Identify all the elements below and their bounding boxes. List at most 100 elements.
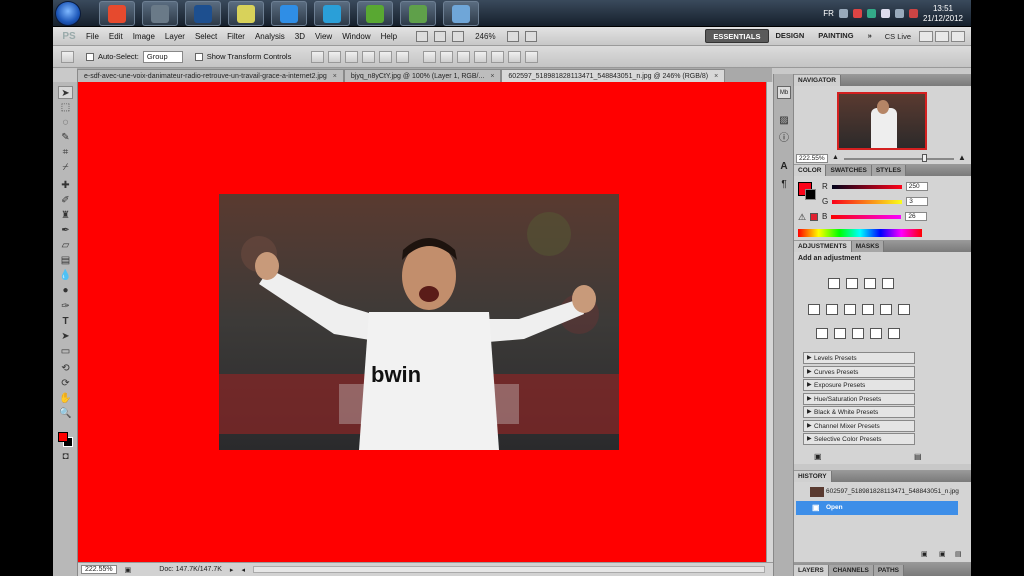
brush-tool-icon[interactable]: ✐ (58, 194, 73, 207)
selective-color-icon[interactable] (888, 328, 900, 339)
gradient-map-icon[interactable] (870, 328, 882, 339)
eraser-tool-icon[interactable]: ▱ (58, 239, 73, 252)
taskbar-app-button[interactable] (271, 1, 307, 26)
view-extras-icon[interactable] (452, 30, 465, 42)
menu-item[interactable]: Analysis (250, 27, 290, 46)
gradient-tool-icon[interactable]: ▤ (58, 254, 73, 267)
align-horizontal-center-icon[interactable] (379, 50, 393, 63)
menu-item[interactable]: Filter (222, 27, 250, 46)
blue-value[interactable]: 26 (905, 212, 928, 221)
quick-select-tool-icon[interactable]: ✎ (58, 131, 73, 144)
lasso-tool-icon[interactable]: ◌ (58, 116, 73, 129)
3d-orbit-tool-icon[interactable]: ⟳ (58, 377, 73, 390)
vibrance-icon[interactable] (808, 304, 820, 315)
channel-mixer-icon[interactable] (898, 304, 910, 315)
navigator-zoom-in-icon[interactable]: ▲ (958, 153, 966, 162)
clock[interactable]: 13:51 21/12/2012 (923, 4, 963, 24)
document-tab[interactable]: bjyq_n8yCtY.jpg @ 100% (Layer 1, RGB/...… (343, 69, 502, 82)
info-panel-icon[interactable]: ⓘ (777, 132, 791, 145)
adjustment-preset-item[interactable]: ▶ Curves Presets (803, 365, 915, 378)
distribute-center-icon[interactable] (440, 50, 454, 63)
swatches-tab[interactable]: SWATCHES (826, 165, 872, 176)
taskbar-app-button[interactable] (357, 1, 393, 26)
menu-item[interactable]: File (81, 27, 104, 46)
close-tab-icon[interactable]: × (333, 73, 337, 80)
align-right-icon[interactable] (396, 50, 410, 63)
delete-state-icon[interactable]: ▤ (955, 550, 962, 558)
black-white-icon[interactable] (862, 304, 874, 315)
image-panel-icon[interactable]: ▨ (777, 114, 791, 127)
photo-filter-icon[interactable] (880, 304, 892, 315)
dodge-tool-icon[interactable]: ● (58, 284, 73, 297)
expand-arrow-icon[interactable]: ▶ (807, 353, 812, 364)
arrange-documents-icon[interactable] (506, 30, 519, 42)
tray-app-icon[interactable] (866, 9, 876, 18)
auto-align-icon[interactable] (525, 50, 539, 63)
brightness-contrast-icon[interactable] (828, 278, 840, 289)
expand-arrow-icon[interactable]: ▶ (807, 367, 812, 378)
hand-tool-icon[interactable]: ✋ (58, 392, 73, 405)
gamut-warning-icon[interactable]: ⚠ (798, 212, 806, 223)
adjustment-preset-item[interactable]: ▶ Exposure Presets (803, 379, 915, 391)
menu-item[interactable]: Select (190, 27, 222, 46)
close-tab-icon[interactable]: × (714, 73, 718, 80)
menu-item[interactable]: Window (337, 27, 375, 46)
expand-arrow-icon[interactable]: ▶ (807, 421, 812, 432)
workspace-design[interactable]: DESIGN (769, 29, 812, 43)
levels-icon[interactable] (846, 278, 858, 289)
masks-tab[interactable]: MASKS (851, 241, 885, 252)
tray-app-icon[interactable] (908, 9, 918, 18)
adjustments-bottom-left-icon[interactable]: ▣ (814, 452, 822, 461)
taskbar-app-button[interactable] (142, 1, 178, 26)
layers-tab[interactable]: LAYERS (794, 565, 829, 576)
color-balance-icon[interactable] (844, 304, 856, 315)
green-value[interactable]: 3 (906, 197, 929, 206)
start-button[interactable] (55, 1, 81, 26)
photo-layer[interactable]: bwin (219, 194, 619, 450)
close-tab-icon[interactable]: × (490, 73, 494, 80)
expand-arrow-icon[interactable]: ▶ (807, 407, 812, 418)
eyedropper-tool-icon[interactable]: ⌿ (58, 161, 73, 174)
distribute-right-icon[interactable] (508, 50, 522, 63)
document-tab[interactable]: e-sdf-avec-une-voix-danimateur-radio-ret… (77, 69, 344, 82)
gamut-swatch[interactable] (810, 213, 818, 221)
status-zoom[interactable]: 222.55% (81, 565, 117, 574)
adjustment-preset-item[interactable]: ▶ Selective Color Presets (803, 433, 915, 445)
taskbar-app-button[interactable] (400, 1, 436, 26)
hue-saturation-icon[interactable] (826, 304, 838, 315)
adjustment-preset-item[interactable]: ▶ Channel Mixer Presets (803, 419, 915, 432)
adjustments-bottom-right-icon[interactable]: ▤ (914, 452, 922, 461)
invert-icon[interactable] (816, 328, 828, 339)
document-tab[interactable]: 602597_518981828113471_548843051_n.jpg @… (501, 69, 726, 82)
workspace-painting[interactable]: PAINTING (811, 29, 860, 43)
color-bg-swatch[interactable] (805, 189, 816, 200)
canvas-vertical-scrollbar[interactable] (766, 82, 773, 562)
channels-tab[interactable]: CHANNELS (828, 565, 874, 576)
screen-mode-icon[interactable] (524, 30, 537, 42)
minimize-button[interactable] (919, 30, 933, 42)
new-snapshot-icon[interactable]: ▣ (939, 550, 946, 558)
align-vertical-center-icon[interactable] (328, 50, 342, 63)
paragraph-panel-icon[interactable]: ¶ (777, 178, 791, 191)
foreground-color-swatch[interactable] (58, 432, 68, 442)
color-tab[interactable]: COLOR (794, 165, 827, 176)
align-top-icon[interactable] (311, 50, 325, 63)
align-left-icon[interactable] (362, 50, 376, 63)
clone-stamp-tool-icon[interactable]: ♜ (58, 209, 73, 222)
restore-button[interactable] (935, 30, 949, 42)
taskbar-app-button[interactable] (314, 1, 350, 26)
adjustment-preset-item[interactable]: ▶ Levels Presets (803, 352, 915, 364)
navigator-thumbnail[interactable] (837, 92, 927, 150)
taskbar-app-button[interactable] (228, 1, 264, 26)
history-step-open[interactable]: ▣ Open (796, 501, 958, 515)
menu-item[interactable]: Layer (160, 27, 190, 46)
language-indicator[interactable]: FR (823, 9, 834, 18)
history-tab[interactable]: HISTORY (794, 471, 832, 482)
mini-bridge-panel-icon[interactable]: Mb (777, 86, 791, 99)
auto-select-checkbox[interactable] (86, 52, 94, 61)
taskbar-app-button[interactable] (99, 1, 135, 26)
curves-icon[interactable] (864, 278, 876, 289)
3d-rotate-tool-icon[interactable]: ⟲ (58, 362, 73, 375)
workspace-essentials[interactable]: ESSENTIALS (705, 29, 769, 43)
navigator-zoom-slider[interactable] (844, 158, 954, 160)
